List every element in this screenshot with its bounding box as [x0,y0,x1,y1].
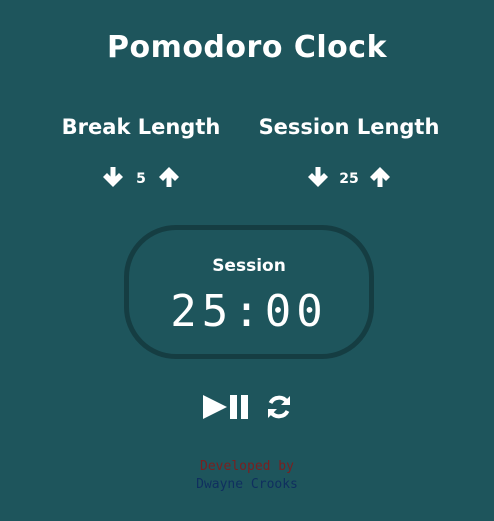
break-length-label: Break Length [61,115,221,139]
session-length-panel: Session Length 25 [239,112,459,192]
credit-author-link[interactable]: Dwayne Crooks [0,476,494,494]
refresh-icon [268,395,290,419]
session-decrement-button[interactable] [305,164,331,190]
play-pause-button[interactable] [201,393,251,421]
arrow-up-icon [369,167,390,187]
break-length-panel: Break Length 5 [31,112,251,192]
time-left: 25:00 [170,286,328,337]
app-title: Pomodoro Clock [106,30,388,65]
timer-controls [0,393,494,421]
session-increment-button[interactable] [367,164,393,190]
break-length-controls: 5 [31,162,251,192]
arrow-down-icon [308,167,329,187]
footer-credits: Developed by Dwayne Crooks [0,458,494,494]
timer-display: Session 25:00 [124,225,374,359]
session-length-controls: 25 [239,162,459,192]
session-length-label: Session Length [258,115,440,139]
credit-developed-by: Developed by [200,459,294,474]
play-pause-icon [203,395,248,419]
reset-button[interactable] [265,393,293,421]
arrow-down-icon [103,167,123,187]
arrow-up-icon [159,167,179,187]
break-increment-button[interactable] [156,164,182,190]
timer-label: Session [212,256,286,276]
session-length-value: 25 [339,171,359,187]
break-decrement-button[interactable] [100,164,126,190]
break-length-value: 5 [136,171,146,187]
